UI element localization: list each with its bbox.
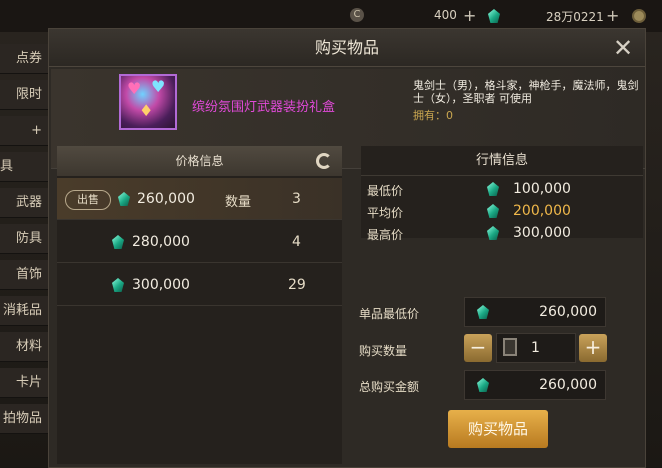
- sidebar-item-tools[interactable]: 具: [0, 152, 48, 182]
- gem-icon: [477, 305, 489, 319]
- unit-min-price-field: 260,000: [464, 297, 606, 327]
- currency1-add-button[interactable]: +: [463, 6, 476, 25]
- game-shop-screen: C 400 + 28万0221 + 点券 限时 + 具 武器 防具 首饰 消耗品…: [0, 0, 662, 468]
- max-price-value: 300,000: [513, 225, 571, 241]
- item-usable-classes: 鬼剑士（男），格斗家，神枪手，魔法师，鬼剑士（女），圣职者 可使用: [413, 79, 639, 105]
- price-row[interactable]: 280,000 4: [57, 221, 342, 263]
- market-info-header: 行情信息: [361, 146, 643, 176]
- item-name: 缤纷氛围灯武器装扮礼盒: [192, 100, 336, 115]
- total-amount-value: 260,000: [539, 377, 597, 393]
- buy-button[interactable]: 购买物品: [448, 410, 548, 448]
- price-row[interactable]: 300,000 29: [57, 264, 342, 306]
- avg-price-label: 平均价: [367, 206, 404, 220]
- calculator-icon[interactable]: [503, 338, 517, 356]
- gift-box-icon: ♥ ♥ ♦: [119, 74, 177, 130]
- sidebar-item-coupon[interactable]: 点券: [0, 44, 48, 74]
- currency1-value: 400: [434, 8, 457, 22]
- sell-badge: 出售: [65, 190, 111, 210]
- sidebar-item-add[interactable]: +: [0, 116, 48, 146]
- currency2-add-button[interactable]: +: [606, 6, 619, 25]
- price-value: 260,000: [137, 191, 195, 207]
- buy-quantity-label: 购买数量: [359, 344, 408, 358]
- sidebar-item-card[interactable]: 卡片: [0, 368, 48, 398]
- quantity-value: 3: [292, 191, 301, 207]
- currency2-value: 28万0221: [546, 10, 604, 24]
- max-price-label: 最高价: [367, 228, 404, 242]
- total-amount-label: 总购买金额: [359, 380, 420, 394]
- sidebar-item-auction[interactable]: 拍物品: [0, 404, 48, 434]
- quantity-value: 4: [292, 234, 301, 250]
- coin-icon: C: [350, 8, 364, 22]
- gem-icon: [112, 278, 124, 292]
- price-info-header: 价格信息: [57, 146, 342, 176]
- sidebar-item-consumable[interactable]: 消耗品: [0, 296, 48, 326]
- unit-min-price-value: 260,000: [539, 304, 597, 320]
- gem-icon: [488, 9, 500, 23]
- quantity-value: 29: [288, 277, 306, 293]
- gem-icon: [477, 378, 489, 392]
- settings-icon[interactable]: [632, 9, 646, 23]
- total-amount-field: 260,000: [464, 370, 606, 400]
- price-value: 280,000: [132, 234, 190, 250]
- min-price-label: 最低价: [367, 184, 404, 198]
- quantity-increase-button[interactable]: +: [579, 334, 607, 362]
- sidebar-item-accessory[interactable]: 首饰: [0, 260, 48, 290]
- price-value: 300,000: [132, 277, 190, 293]
- purchase-modal: 购买物品 ✕ ♥ ♥ ♦ 缤纷氛围灯武器装扮礼盒 鬼剑士（男），格斗家，神枪手，…: [48, 28, 646, 468]
- avg-price-value: 200,000: [513, 203, 571, 219]
- unit-min-price-label: 单品最低价: [359, 307, 420, 321]
- sidebar-item-material[interactable]: 材料: [0, 332, 48, 362]
- quantity-decrease-button[interactable]: −: [464, 334, 492, 362]
- min-price-value: 100,000: [513, 181, 571, 197]
- sidebar-item-weapon[interactable]: 武器: [0, 188, 48, 218]
- item-owned-count: 拥有：0: [413, 109, 453, 122]
- modal-title: 购买物品: [49, 29, 645, 67]
- close-icon[interactable]: ✕: [611, 36, 635, 61]
- sidebar-item-armor[interactable]: 防具: [0, 224, 48, 254]
- gem-icon: [118, 192, 130, 206]
- quantity-input-value: 1: [531, 340, 540, 356]
- price-row[interactable]: 出售 260,000 数量 3: [57, 178, 342, 220]
- refresh-icon[interactable]: [316, 153, 332, 169]
- sidebar-item-limited[interactable]: 限时: [0, 80, 48, 110]
- gem-icon: [112, 235, 124, 249]
- quantity-label: 数量: [225, 195, 252, 210]
